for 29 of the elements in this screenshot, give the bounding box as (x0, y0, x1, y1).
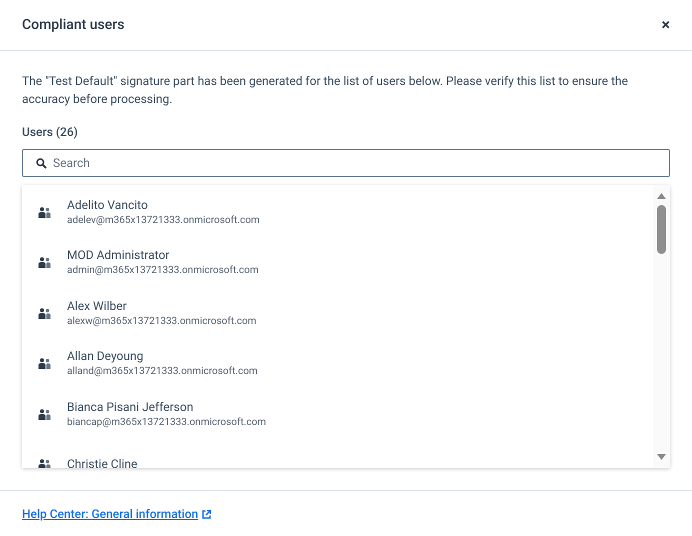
scroll-up-icon[interactable] (657, 193, 666, 199)
scrollbar[interactable] (653, 185, 670, 468)
user-name[interactable]: Bianca Pisani Jefferson (67, 398, 266, 416)
users-icon (38, 408, 51, 420)
search-field[interactable]: Search (22, 149, 670, 177)
user-email: alland@m365x13721333.onmicrosoft.com (67, 365, 258, 380)
user-email: alexw@m365x13721333.onmicrosoft.com (67, 314, 256, 329)
external-link-icon (202, 510, 212, 518)
user-email: admin@m365x13721333.onmicrosoft.com (67, 264, 259, 278)
description-text: The "Test Default" signature part has been generated for the list of users below. Please verify this list to ensure the accuracy before processing. (22, 73, 629, 108)
user-name[interactable]: Adelito Vancito (67, 196, 260, 214)
scrollbar-thumb[interactable] (657, 205, 666, 254)
close-button[interactable]: × (658, 17, 674, 33)
user-name[interactable]: Christie Cline (67, 456, 138, 468)
user-name[interactable]: MOD Administrator (67, 247, 259, 264)
user-name[interactable]: Alex Wilber (67, 298, 256, 315)
users-label: Users (26) (22, 124, 79, 141)
search-icon (36, 158, 47, 169)
users-icon (38, 358, 51, 370)
user-email: adelev@m365x13721333.onmicrosoft.com (67, 214, 260, 228)
scroll-down-icon[interactable] (657, 454, 666, 460)
user-email: biancap@m365x13721333.onmicrosoft.com (67, 416, 266, 430)
dialog-title: Compliant users (22, 16, 124, 34)
users-icon (38, 257, 51, 268)
users-icon (38, 308, 51, 319)
user-name[interactable]: Allan Deyoung (67, 348, 258, 366)
help-center-link[interactable]: Help Center: General information (22, 505, 198, 523)
users-icon (38, 459, 51, 468)
users-icon (38, 206, 51, 218)
